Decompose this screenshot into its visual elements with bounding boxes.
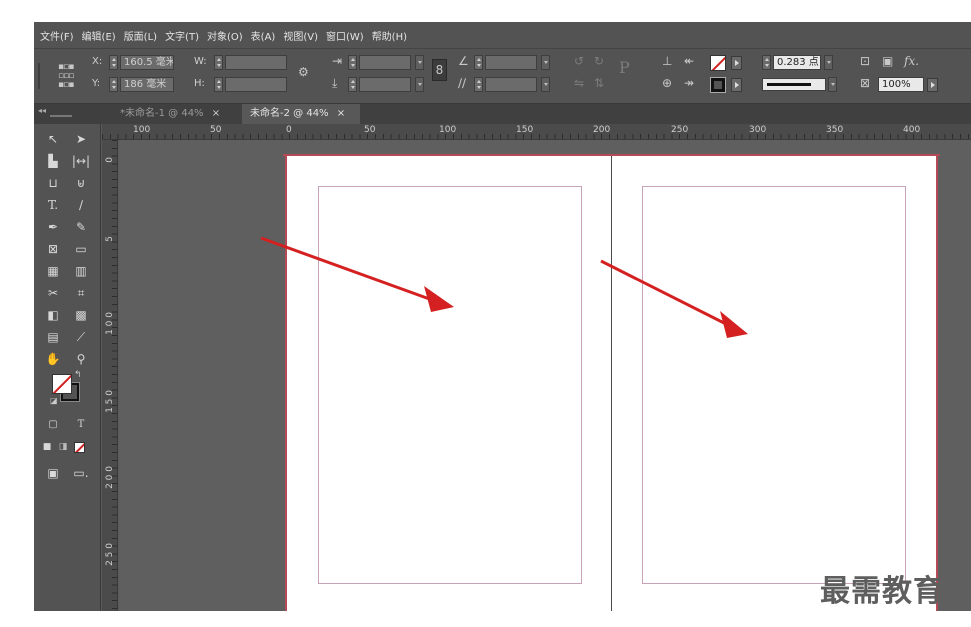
arrow-right-page [600,259,748,338]
watermark-text: 最需教育 [820,574,944,609]
arrow-left-page [260,236,454,312]
annotation-arrows [260,236,748,338]
